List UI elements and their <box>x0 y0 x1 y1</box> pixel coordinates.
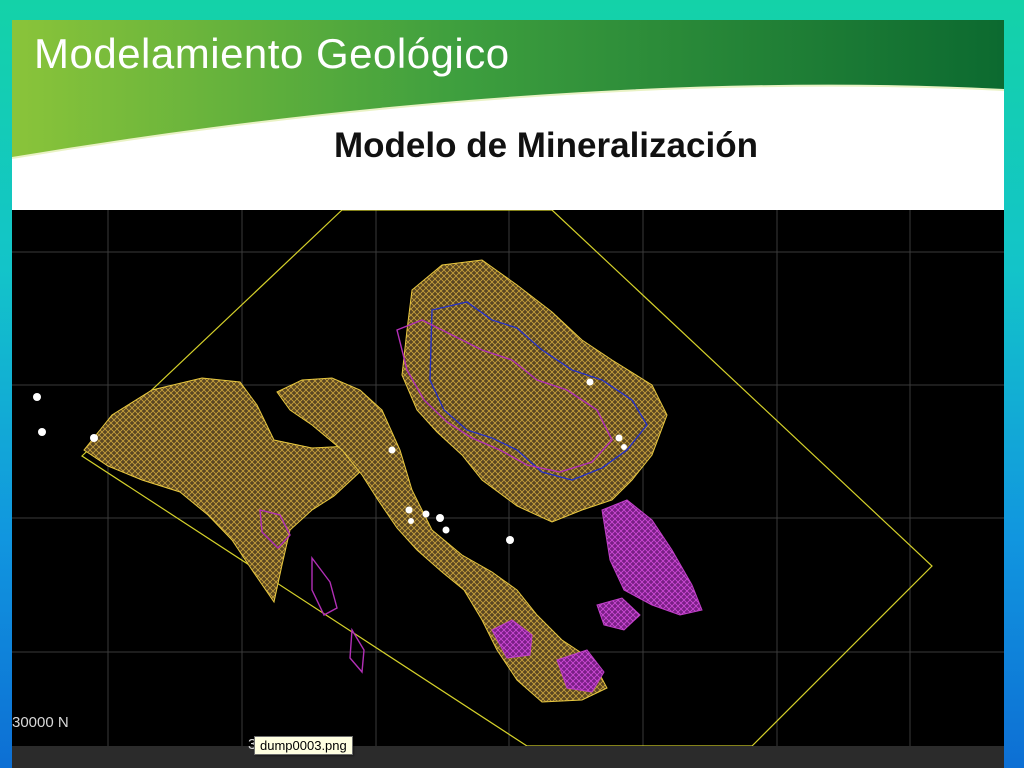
mineralization-map <box>12 210 1004 746</box>
slide-subtitle: Modelo de Mineralización <box>334 126 758 165</box>
northing-label: 30000 N <box>12 714 69 731</box>
mineralization-bodies <box>83 259 703 703</box>
mineralization-plot <box>12 210 1004 746</box>
file-tooltip: dump0003.png <box>254 736 353 755</box>
slide: Modelamiento Geológico Modelo de Mineral… <box>12 20 1004 768</box>
bottom-bar <box>12 746 1004 768</box>
slide-title: Modelamiento Geológico <box>34 30 510 77</box>
